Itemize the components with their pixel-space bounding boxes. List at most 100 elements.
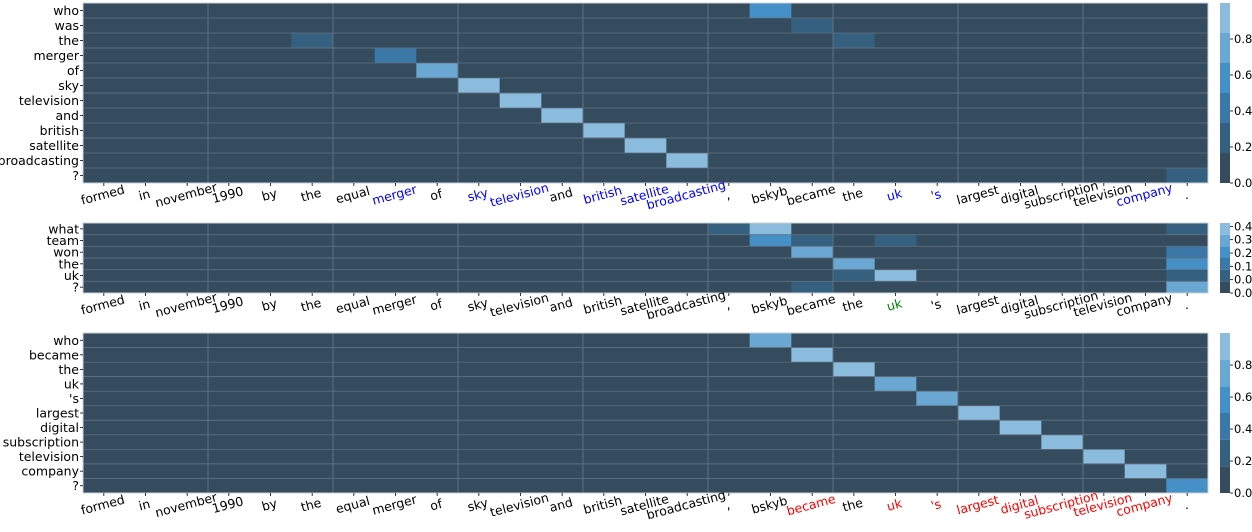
colorbar-segment <box>1220 439 1230 467</box>
x-tick-label: november <box>153 289 219 320</box>
x-tick-label: bskyb <box>750 293 789 317</box>
y-tick-label: of <box>67 63 80 78</box>
colorbar-tick-label: 0.4 <box>1234 422 1252 436</box>
x-tick-label: formed <box>79 292 126 318</box>
heatmap-cell <box>624 138 667 153</box>
x-tick-label: british <box>582 182 624 207</box>
x-tick-label: sky <box>466 185 490 205</box>
heatmap-cell <box>1166 168 1208 183</box>
colorbar-tick-label: 0.8 <box>1234 32 1252 46</box>
x-tick-label: 's <box>929 186 942 203</box>
heatmap-cell <box>958 405 1000 421</box>
heatmap-cell <box>374 48 417 63</box>
colorbar-tick-label: 0.6 <box>1234 390 1252 404</box>
colorbar-tick-label: 0.16 <box>1234 259 1252 273</box>
y-tick-label: was <box>55 18 79 33</box>
y-tick-label: who <box>53 333 79 348</box>
colorbar-segment <box>1220 153 1230 183</box>
heatmap-cell <box>874 269 917 282</box>
x-tick-label: equal <box>334 293 371 316</box>
heatmap-cell <box>749 3 792 18</box>
heatmap-cell <box>833 258 875 270</box>
colorbar-tick-label: 0.00 <box>1234 286 1252 300</box>
heatmap-cell <box>874 376 917 392</box>
attention-heatmap-figure: whowasthemergerofskytelevisionandbritish… <box>0 2 1252 522</box>
x-tick-label: of <box>428 296 444 314</box>
colorbar-tick-label: 0.32 <box>1234 233 1252 247</box>
x-tick-label: and <box>548 294 575 315</box>
x-tick-label: by <box>260 495 279 514</box>
x-tick-label: formed <box>79 182 126 208</box>
y-tick-label: company <box>21 464 79 479</box>
y-tick-label: television <box>19 449 79 464</box>
x-tick-label: the <box>841 185 865 205</box>
x-tick-label: television <box>488 490 550 520</box>
heatmap-cell <box>791 246 833 258</box>
colorbar-2: 0.000.080.160.240.320.40 <box>1220 219 1252 300</box>
x-tick-label: sky <box>466 295 490 315</box>
heatmap-panel-2: whatteamwontheuk?formed in november1990 by t… <box>47 219 1252 322</box>
x-tick-label: the <box>841 495 865 515</box>
x-tick-label: sky <box>466 495 490 515</box>
heatmap-cell <box>791 234 833 247</box>
y-tick-label: uk <box>64 376 80 391</box>
x-tick-label: uk <box>885 185 904 204</box>
colorbar-segment <box>1220 223 1230 235</box>
x-tick-label: merger <box>370 291 419 318</box>
colorbar-segment <box>1220 359 1230 387</box>
colorbar-segment <box>1220 93 1230 123</box>
heatmap-cell <box>1166 478 1208 493</box>
colorbar-1: 0.0 0.2 0.4 0.6 0.8 <box>1220 3 1252 190</box>
heatmap-cell <box>416 63 458 78</box>
y-tick-label: who <box>53 3 79 18</box>
colorbar-tick-label: 0.0 <box>1234 486 1252 500</box>
x-tick-label: and <box>548 494 575 515</box>
x-tick-label: equal <box>334 183 371 206</box>
y-tick-label: and <box>55 108 79 123</box>
x-tick-label: television <box>488 180 550 210</box>
y-tick-label: merger <box>33 48 79 63</box>
colorbar-tick-label: 0.2 <box>1234 454 1252 468</box>
heatmap-cell <box>291 33 333 48</box>
heatmap-cell <box>1083 449 1125 464</box>
colorbar-segment <box>1220 3 1230 33</box>
y-tick-label: became <box>29 347 79 362</box>
x-tick-label: of <box>428 186 444 204</box>
heatmap-cell <box>874 234 917 247</box>
heatmap-panel-1: whowasthemergerofskytelevisionandbritish… <box>0 2 1252 212</box>
colorbar-3: 0.0 0.2 0.4 0.6 0.8 <box>1220 333 1252 500</box>
x-tick-label: uk <box>885 495 904 514</box>
heatmap-cell <box>1166 246 1208 258</box>
heatmap-cell <box>666 153 708 168</box>
heatmap-cell <box>1166 281 1208 293</box>
x-tick-label: . <box>1182 297 1190 313</box>
heatmap-cell <box>999 420 1042 435</box>
colorbar-segment <box>1220 466 1230 493</box>
y-tick-label: ? <box>72 478 79 493</box>
x-tick-label: the <box>299 495 323 515</box>
colorbar-tick-label: 0.08 <box>1234 273 1252 287</box>
heatmap-cell <box>749 223 792 235</box>
y-tick-label: ? <box>72 280 79 295</box>
colorbar-tick-label: 0.8 <box>1234 358 1252 372</box>
x-tick-label: merger <box>370 491 419 518</box>
colorbar-segment <box>1220 123 1230 153</box>
x-tick-label: british <box>582 292 624 317</box>
colorbar-segment <box>1220 246 1230 258</box>
x-tick-label: of <box>428 496 444 514</box>
heatmap-panel-3: whobecametheuk'slargestdigitalsubscripti… <box>3 332 1252 522</box>
heatmap-cell <box>1041 434 1083 450</box>
colorbar-segment <box>1220 386 1230 413</box>
x-tick-label: largest <box>955 492 1001 518</box>
x-tick-label: equal <box>334 493 371 516</box>
heatmap-cell <box>541 108 583 123</box>
heatmap-cell <box>833 362 875 377</box>
x-tick-label: , <box>724 187 732 203</box>
colorbar-segment <box>1220 281 1230 293</box>
x-tick-label: became <box>785 181 838 209</box>
x-tick-label: formed <box>79 492 126 518</box>
colorbar-tick-label: 0.40 <box>1234 219 1252 233</box>
y-tick-label: satellite <box>29 138 79 153</box>
heatmap-cell <box>749 234 792 247</box>
x-tick-label: became <box>785 291 838 319</box>
